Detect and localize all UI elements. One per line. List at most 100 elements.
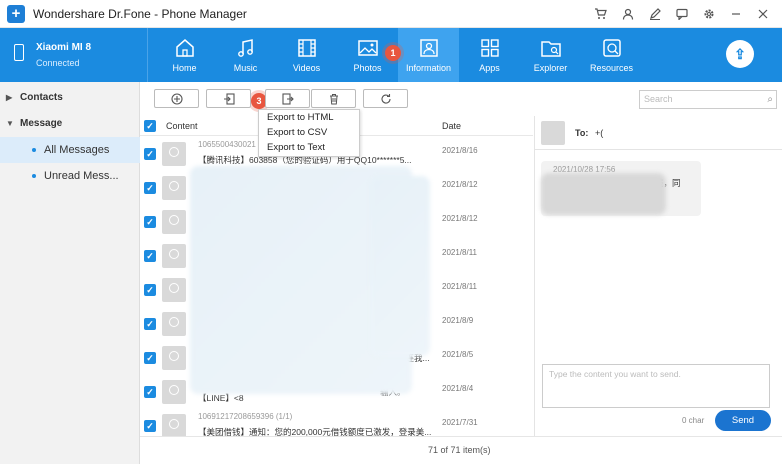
sidebar-item-all-messages[interactable]: All Messages: [0, 137, 140, 163]
column-content-header: Content: [166, 121, 198, 131]
videos-icon: [297, 39, 316, 57]
nav-videos-label: Videos: [292, 63, 321, 73]
minimize-icon[interactable]: [722, 4, 749, 24]
row-checkbox[interactable]: ✓: [144, 352, 156, 364]
search-placeholder: Search: [644, 94, 673, 104]
export-to-csv-item[interactable]: Export to CSV: [259, 125, 359, 140]
chat-icon[interactable]: [668, 4, 695, 24]
export-to-text-item[interactable]: Export to Text: [259, 140, 359, 155]
bullet-icon: [32, 174, 36, 178]
row-checkbox[interactable]: ✓: [144, 148, 156, 160]
music-icon: [237, 39, 253, 57]
toolbar: Search ⌕: [140, 82, 782, 116]
refresh-button[interactable]: [363, 89, 408, 108]
edit-icon[interactable]: [641, 4, 668, 24]
row-checkbox[interactable]: ✓: [144, 216, 156, 228]
message-date: 2021/7/31: [442, 418, 478, 427]
nav-music-label: Music: [233, 63, 258, 73]
sidebar-message-label: Message: [20, 118, 63, 129]
import-button[interactable]: [206, 89, 251, 108]
device-name: Xiaomi MI 8: [36, 42, 92, 53]
message-date: 2021/8/16: [442, 146, 478, 155]
sidebar-item-label: All Messages: [44, 144, 110, 156]
compose-textarea[interactable]: Type the content you want to send.: [542, 364, 770, 408]
nav-explorer-label: Explorer: [533, 63, 568, 73]
refresh-icon: [380, 93, 391, 104]
apps-icon: [480, 39, 499, 57]
nav-apps-label: Apps: [479, 63, 500, 73]
search-icon[interactable]: ⌕: [767, 91, 773, 108]
message-date: 2021/8/9: [442, 316, 474, 325]
column-date-header: Date: [442, 121, 462, 131]
device-panel[interactable]: Xiaomi MI 8 Connected: [0, 28, 148, 82]
sidebar-item-label: Unread Mess...: [44, 170, 119, 182]
message-sender: 1065500430021: [198, 140, 256, 149]
avatar: [162, 142, 186, 166]
list-footer: 71 of 71 item(s): [140, 436, 782, 464]
step-badge-1: 1: [385, 45, 401, 61]
message-list: ✓ Content Date ✓ 1065500430021 【腾讯科技】603…: [140, 116, 533, 438]
avatar: [162, 380, 186, 404]
select-all-checkbox[interactable]: ✓: [144, 120, 156, 132]
avatar: [162, 278, 186, 302]
user-icon[interactable]: [614, 4, 641, 24]
add-button[interactable]: [154, 89, 199, 108]
nav-information-label: Information: [405, 63, 452, 73]
row-checkbox[interactable]: ✓: [144, 318, 156, 330]
search-input[interactable]: Search ⌕: [639, 90, 777, 109]
avatar: [162, 414, 186, 438]
app-logo-icon: +: [7, 4, 25, 23]
nav-home-label: Home: [172, 63, 197, 73]
message-date: 2021/8/12: [442, 214, 478, 223]
compose-placeholder: Type the content you want to send.: [549, 369, 681, 379]
export-button[interactable]: [265, 89, 310, 108]
device-status: Connected: [36, 58, 80, 68]
sidebar-contacts[interactable]: ▶ Contacts: [0, 86, 140, 110]
sidebar-contacts-label: Contacts: [20, 92, 63, 103]
row-checkbox[interactable]: ✓: [144, 182, 156, 194]
cart-icon[interactable]: [587, 4, 614, 24]
close-icon[interactable]: [749, 4, 776, 24]
to-value: +(: [595, 128, 604, 138]
char-count: 0 char: [682, 416, 705, 425]
explorer-icon: [540, 41, 561, 57]
item-count: 71 of 71 item(s): [428, 445, 491, 455]
resources-icon: [602, 39, 621, 57]
row-checkbox[interactable]: ✓: [144, 420, 156, 432]
message-date: 2021/8/11: [442, 282, 477, 291]
nav-videos[interactable]: Videos: [276, 28, 337, 82]
avatar: [162, 312, 186, 336]
home-icon: [175, 39, 194, 57]
information-icon: [419, 39, 438, 57]
row-checkbox[interactable]: ✓: [144, 386, 156, 398]
nav-apps[interactable]: Apps: [459, 28, 520, 82]
nav-information[interactable]: Information: [398, 28, 459, 82]
message-date: 2021/8/12: [442, 180, 478, 189]
message-date: 2021/8/4: [442, 384, 474, 393]
sidebar-item-unread-messages[interactable]: Unread Mess...: [0, 163, 140, 189]
import-icon: [223, 92, 235, 105]
avatar: [162, 210, 186, 234]
message-sender: 10691217208659396 (1/1): [198, 412, 293, 421]
delete-button[interactable]: [311, 89, 356, 108]
avatar: [162, 244, 186, 268]
export-to-html-item[interactable]: Export to HTML: [259, 110, 359, 125]
sidebar-message[interactable]: ▼ Message: [0, 112, 140, 136]
row-checkbox[interactable]: ✓: [144, 284, 156, 296]
nav-home[interactable]: Home: [154, 28, 215, 82]
nav-music[interactable]: Music: [215, 28, 276, 82]
add-icon: [170, 92, 183, 105]
export-menu: Export to HTML Export to CSV Export to T…: [258, 109, 360, 157]
phone-icon: [14, 44, 24, 61]
nav-resources[interactable]: Resources: [581, 28, 642, 82]
chevron-right-icon: ▶: [6, 93, 13, 102]
nav-explorer[interactable]: Explorer: [520, 28, 581, 82]
send-button[interactable]: Send: [715, 410, 771, 431]
gear-icon[interactable]: [695, 4, 722, 24]
cloud-upload-icon[interactable]: ⇪: [726, 40, 754, 68]
photos-icon: [357, 40, 378, 56]
to-label: To:: [575, 128, 589, 138]
message-date: 2021/8/5: [442, 350, 474, 359]
row-checkbox[interactable]: ✓: [144, 250, 156, 262]
sidebar: ▶ Contacts ▼ Message All Messages Unread…: [0, 82, 140, 464]
